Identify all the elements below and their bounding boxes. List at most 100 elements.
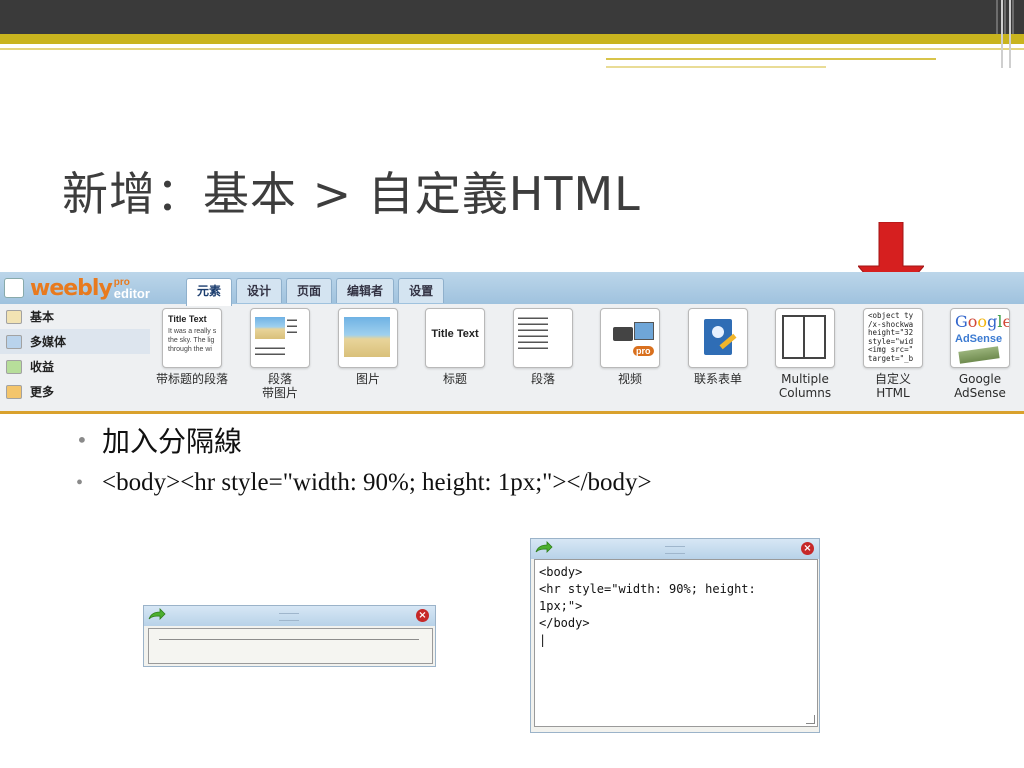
tab-editors[interactable]: 编辑者	[336, 278, 395, 303]
bullet-item: • 加入分隔線	[76, 420, 652, 460]
slide-gold-line	[0, 48, 1024, 50]
dialog-preview-area	[148, 628, 433, 664]
sidebar-item-revenue[interactable]: 收益	[0, 354, 150, 379]
bullet-dot: •	[76, 471, 84, 494]
revenue-icon	[6, 359, 22, 374]
element-label: Multiple Columns	[778, 372, 832, 400]
decor-line	[996, 0, 998, 34]
bullet-text: <body><hr style="width: 90%; height: 1px…	[102, 469, 652, 496]
decor-rule	[1001, 0, 1003, 68]
close-icon[interactable]: ×	[416, 609, 429, 622]
thumb-image	[344, 317, 390, 357]
multimedia-icon	[6, 334, 22, 349]
green-arrow-icon[interactable]	[535, 541, 553, 555]
tab-elements[interactable]: 元素	[186, 278, 233, 306]
tab-settings[interactable]: 设置	[398, 278, 445, 303]
code-text[interactable]: <body> <hr style="width: 90%; height: 1p…	[535, 560, 817, 653]
person-shape	[712, 326, 724, 338]
element-label: 自定义 HTML	[874, 372, 911, 400]
video-icon: pro	[600, 308, 660, 368]
sidebar-item-label: 多媒体	[30, 335, 67, 349]
google-wordmark: Google	[955, 312, 1009, 331]
logo-text: weebly	[30, 275, 113, 301]
element-image[interactable]: 图片	[328, 308, 408, 386]
camera-screen	[634, 322, 654, 340]
weebly-logo: weebly pro editor	[4, 275, 150, 301]
sidebar-item-multimedia[interactable]: 多媒体	[0, 329, 150, 354]
google-adsense-icon: Google AdSense	[950, 308, 1010, 368]
sidebar-item-basic[interactable]: 基本	[0, 304, 150, 329]
bullet-text: 加入分隔線	[102, 425, 243, 458]
element-label: 标题	[442, 372, 467, 386]
columns-divider	[803, 315, 805, 359]
element-multiple-columns[interactable]: Multiple Columns	[765, 308, 845, 400]
tab-pages[interactable]: 页面	[286, 278, 333, 303]
decor-line	[1004, 0, 1006, 34]
element-label: 图片	[355, 372, 380, 386]
element-label: 视频	[617, 372, 642, 386]
close-icon[interactable]: ×	[801, 542, 814, 555]
bullet-list: • 加入分隔線 • <body><hr style="width: 90%; h…	[76, 420, 652, 506]
tab-design[interactable]: 设计	[236, 278, 283, 303]
basic-icon	[6, 309, 22, 324]
element-contact-form[interactable]: 联系表单	[678, 308, 758, 386]
paragraph-with-image-icon: ▬▬ ▬▬ ▬▬ ▬▬▬▬▬▬ ▬▬▬▬▬▬	[250, 308, 310, 368]
more-icon	[6, 384, 22, 399]
drag-grip-icon[interactable]	[279, 613, 299, 621]
element-label: 段落 带图片	[261, 372, 298, 400]
thumb-body: It was a really s the sky. The lig throu…	[168, 328, 217, 353]
decor-accent-line	[606, 58, 936, 60]
element-paragraph[interactable]: ▬▬▬▬▬▬ ▬▬▬▬▬▬ ▬▬▬▬▬▬ ▬▬▬▬▬▬ ▬▬▬▬▬▬ ▬▬▬▬▬▬ 段落	[503, 308, 583, 386]
logo-editor: editor	[113, 286, 150, 301]
weebly-editor-panel: weebly pro editor 元素 设计 页面 编辑者 设置 基本 多媒体…	[0, 272, 1024, 414]
preview-dialog: ×	[143, 605, 436, 667]
element-label: 段落	[530, 372, 555, 386]
paragraph-icon: ▬▬▬▬▬▬ ▬▬▬▬▬▬ ▬▬▬▬▬▬ ▬▬▬▬▬▬ ▬▬▬▬▬▬ ▬▬▬▬▬▬	[513, 308, 573, 368]
adsense-wordmark: AdSense	[955, 333, 1003, 345]
bullet-item: • <body><hr style="width: 90%; height: 1…	[76, 460, 652, 506]
drag-grip-icon[interactable]	[665, 546, 685, 554]
horizontal-rule	[159, 639, 419, 640]
element-label: Google AdSense	[954, 372, 1006, 400]
green-arrow-icon[interactable]	[148, 608, 166, 622]
slide-title: 新增：基本 > 自定義HTML	[62, 167, 641, 221]
thumb-title: Title Text	[168, 314, 207, 324]
sidebar-item-more[interactable]: 更多	[0, 379, 150, 404]
title-paragraph-icon: Title Text It was a really s the sky. Th…	[162, 308, 222, 368]
logo-sub: pro editor	[113, 277, 150, 301]
dialog-titlebar[interactable]: ×	[531, 539, 819, 559]
code-dialog: × <body> <hr style="width: 90%; height: …	[530, 538, 820, 733]
decor-accent-line	[606, 66, 826, 68]
decor-rule	[1009, 0, 1011, 68]
element-title[interactable]: Title Text 标题	[415, 308, 495, 386]
contact-form-icon	[688, 308, 748, 368]
element-google-adsense[interactable]: Google AdSense Google AdSense	[940, 308, 1020, 400]
custom-html-icon: <object ty /x-shockwa height="32 style="…	[863, 308, 923, 368]
sidebar-item-label: 基本	[30, 310, 55, 324]
thumb-code: <object ty /x-shockwa height="32 style="…	[868, 311, 914, 363]
dialog-titlebar[interactable]: ×	[144, 606, 435, 626]
image-icon	[338, 308, 398, 368]
sidebar-item-label: 更多	[30, 385, 55, 399]
element-custom-html[interactable]: <object ty /x-shockwa height="32 style="…	[853, 308, 933, 400]
element-sidebar: 基本 多媒体 收益 更多	[0, 304, 150, 408]
logo-mark-icon	[4, 278, 24, 298]
element-video[interactable]: pro 视频	[590, 308, 670, 386]
element-title-paragraph[interactable]: Title Text It was a really s the sky. Th…	[152, 308, 232, 386]
slide-top-bar	[0, 0, 1024, 34]
multiple-columns-icon	[775, 308, 835, 368]
decor-line	[1012, 0, 1014, 34]
resize-handle-icon[interactable]	[806, 715, 815, 724]
thumb-lines: ▬▬▬▬▬▬ ▬▬▬▬▬▬	[255, 345, 285, 357]
slide-gold-band	[0, 34, 1024, 44]
editor-tabs: 元素 设计 页面 编辑者 设置	[186, 278, 448, 306]
thumb-title: Title Text	[431, 328, 479, 340]
thumb-lines: ▬▬ ▬▬ ▬▬	[287, 317, 297, 335]
camera-shape	[613, 327, 633, 341]
element-label: 带标题的段落	[155, 372, 228, 386]
pro-badge: pro	[633, 346, 654, 356]
bullet-dot: •	[76, 428, 88, 452]
money-shape	[958, 346, 1000, 364]
code-editor[interactable]: <body> <hr style="width: 90%; height: 1p…	[534, 559, 818, 727]
element-paragraph-with-image[interactable]: ▬▬ ▬▬ ▬▬ ▬▬▬▬▬▬ ▬▬▬▬▬▬ 段落 带图片	[240, 308, 320, 400]
